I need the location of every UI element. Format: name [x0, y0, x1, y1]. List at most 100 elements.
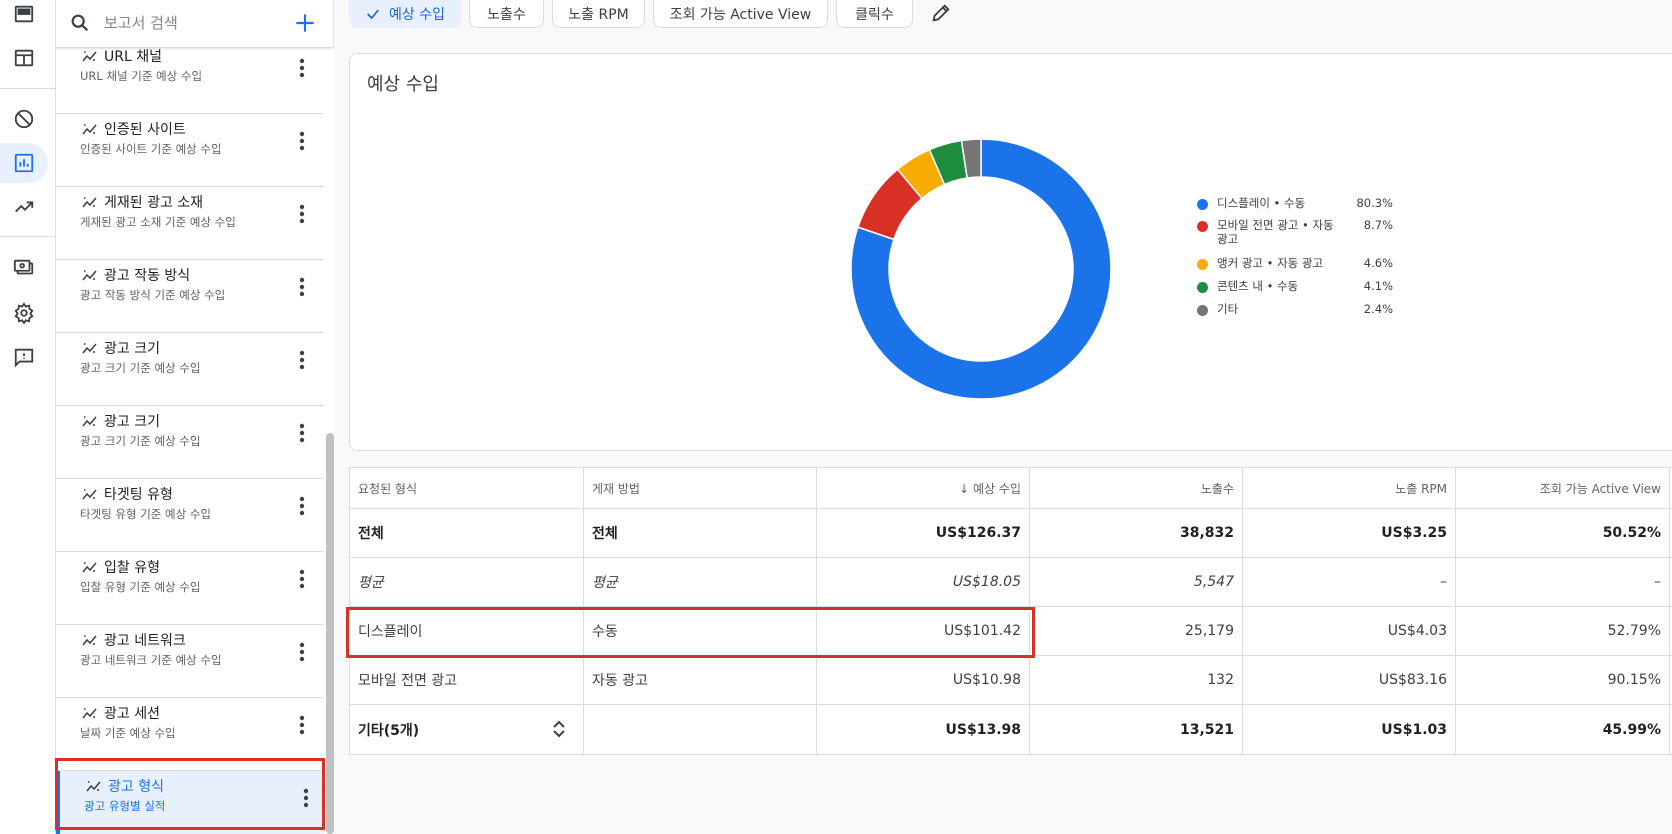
legend-label: 디스플레이 • 수동 [1217, 196, 1306, 210]
table-cell: 13,521 [1030, 705, 1243, 754]
column-header[interactable]: 요청된 형식 [350, 468, 584, 508]
table-cell [584, 705, 817, 754]
table-row[interactable]: 기타(5개) US$13.98 13,521 US$1.03 45.99% [350, 705, 1672, 754]
sparkline-icon [82, 343, 97, 354]
table-header-row: 요청된 형식 게재 방법 ↓ 예상 수입 노출수 노출 RPM 조회 가능 Active … [350, 468, 1672, 509]
chip-estimated-earnings[interactable]: 예상 수입 [349, 0, 461, 28]
table-row[interactable]: 평균 평균 US$18.05 5,547– – [350, 558, 1672, 607]
report-search-bar [56, 0, 333, 48]
table-cell: 38,832 [1030, 509, 1243, 557]
report-list-panel: URL 채널 URL 채널 기준 예상 수입인증된 사이트인증된 사이트 기준 예… [56, 0, 334, 834]
report-title: 광고 크기 [104, 414, 160, 430]
adsense-reports-page: URL 채널 URL 채널 기준 예상 수입인증된 사이트인증된 사이트 기준 예… [0, 0, 1672, 834]
report-subtitle: URL 채널 기준 예상 수입 [80, 69, 203, 83]
more-vert-icon[interactable] [292, 349, 312, 371]
report-subtitle: 인증된 사이트 기준 예상 수입 [80, 142, 222, 156]
expand-icon[interactable] [550, 719, 568, 739]
report-title: 광고 네트워크 [104, 633, 186, 649]
table-cell: US$4.03 [1243, 607, 1456, 655]
report-title: URL 채널 [104, 49, 162, 65]
chip-active-view[interactable]: 조회 가능 Active View [653, 0, 828, 28]
report-search-input[interactable] [104, 10, 284, 36]
report-subtitle: 날짜 기준 예상 수입 [80, 726, 176, 740]
table-cell: 45.99% [1456, 705, 1670, 754]
more-vert-icon[interactable] [292, 130, 312, 152]
block-icon[interactable] [0, 99, 48, 139]
report-list-item[interactable]: 인증된 사이트인증된 사이트 기준 예상 수입 [56, 114, 324, 187]
table-cell: 평균 [584, 558, 817, 606]
column-header[interactable]: 노출수 [1030, 468, 1243, 508]
sparkline-icon [82, 635, 97, 646]
report-title: 광고 작동 방식 [104, 268, 191, 284]
gear-icon[interactable] [0, 293, 48, 333]
sparkline-icon [82, 270, 97, 281]
chip-label: 조회 가능 Active View [669, 6, 812, 23]
report-title: 게재된 광고 소재 [104, 195, 204, 211]
add-icon[interactable] [292, 10, 318, 36]
trending-icon[interactable] [0, 187, 48, 227]
sparkline-icon [82, 124, 97, 135]
sparkline-icon [82, 197, 97, 208]
report-list-item[interactable]: 타겟팅 유형 타겟팅 유형 기준 예상 수입 [56, 479, 324, 552]
report-title: 광고 크기 [104, 341, 160, 357]
legend-label: 콘텐츠 내 • 수동 [1217, 279, 1299, 293]
more-vert-icon[interactable] [292, 495, 312, 517]
report-list-item[interactable]: 광고 네트워크 광고 네트워크 기준 예상 수입 [56, 625, 324, 698]
table-row[interactable]: 모바일 전면 광고 자동 광고 US$10.98 132 US$83.16 90.15% [350, 656, 1672, 705]
more-vert-icon[interactable] [292, 203, 312, 225]
reports-icon[interactable] [0, 143, 48, 183]
report-subtitle: 광고 크기 기준 예상 수입 [80, 434, 201, 448]
table-cell: 평균 [350, 558, 584, 606]
report-title: 입찰 유형 [104, 560, 160, 576]
report-list-item[interactable]: 광고 작동 방식광고 작동 방식 기준 예상 수입 [56, 260, 324, 333]
chip-impression-rpm[interactable]: 노출 RPM [552, 0, 645, 28]
column-header[interactable]: 노출 RPM [1243, 468, 1456, 508]
chip-clicks[interactable]: 클릭수 [836, 0, 913, 28]
edit-icon[interactable] [930, 2, 952, 24]
table-cell: – [1243, 558, 1456, 606]
column-header[interactable]: 조회 가능 Active View [1456, 468, 1670, 508]
report-list-item[interactable]: 광고 크기광고 크기 기준 예상 수입 [56, 333, 324, 406]
more-vert-icon[interactable] [292, 422, 312, 444]
legend-label: 모바일 전면 광고 • 자동 광고 [1217, 218, 1334, 246]
more-vert-icon[interactable] [292, 641, 312, 663]
sparkline-icon [82, 51, 97, 62]
sidebar-highlight-box [55, 758, 325, 830]
table-cell: 90.15% [1456, 656, 1670, 704]
table-cell: 전체 [350, 509, 584, 557]
search-icon[interactable] [69, 12, 91, 34]
legend-label: 앵커 광고 • 자동 광고 [1217, 256, 1324, 270]
more-vert-icon[interactable] [292, 57, 312, 79]
report-list-item[interactable]: 광고 크기광고 크기 기준 예상 수입 [56, 406, 324, 479]
report-list-item[interactable]: 입찰 유형 입찰 유형 기준 예상 수입 [56, 552, 324, 625]
report-subtitle: 광고 크기 기준 예상 수입 [80, 361, 201, 375]
report-list-item[interactable]: URL 채널 URL 채널 기준 예상 수입 [56, 41, 324, 114]
legend-swatch [1197, 282, 1208, 293]
table-row[interactable]: 전체 전체 US$126.37 38,832 US$3.25 50.52% [350, 509, 1672, 558]
payments-icon[interactable] [0, 248, 48, 288]
layout-icon[interactable] [0, 38, 48, 78]
more-vert-icon[interactable] [292, 568, 312, 590]
table-cell: US$1.03 [1243, 705, 1456, 754]
sparkline-icon [82, 708, 97, 719]
sparkline-icon [82, 562, 97, 573]
report-subtitle: 광고 작동 방식 기준 예상 수입 [80, 288, 226, 302]
feedback-icon[interactable] [0, 337, 48, 377]
legend-value: 80.3% [1356, 196, 1393, 210]
column-header[interactable]: ↓ 예상 수입 [817, 468, 1030, 508]
column-header[interactable]: 게재 방법 [584, 468, 817, 508]
chip-impressions[interactable]: 노출수 [469, 0, 544, 28]
report-title: 광고 세션 [104, 706, 160, 722]
more-vert-icon[interactable] [292, 714, 312, 736]
report-list-item[interactable]: 게재된 광고 소재 게재된 광고 소재 기준 예상 수입 [56, 187, 324, 260]
sparkline-icon [82, 489, 97, 500]
report-list-scrollbar-thumb[interactable] [326, 433, 334, 834]
sparkline-icon [82, 416, 97, 427]
chart-title: 예상 수입 [367, 74, 439, 95]
more-vert-icon[interactable] [292, 276, 312, 298]
table-cell: 25,179 [1030, 607, 1243, 655]
table-cell: 52.79% [1456, 607, 1670, 655]
ads-icon[interactable] [0, 0, 48, 34]
report-title: 인증된 사이트 [104, 122, 186, 138]
report-subtitle: 타겟팅 유형 기준 예상 수입 [80, 507, 212, 521]
